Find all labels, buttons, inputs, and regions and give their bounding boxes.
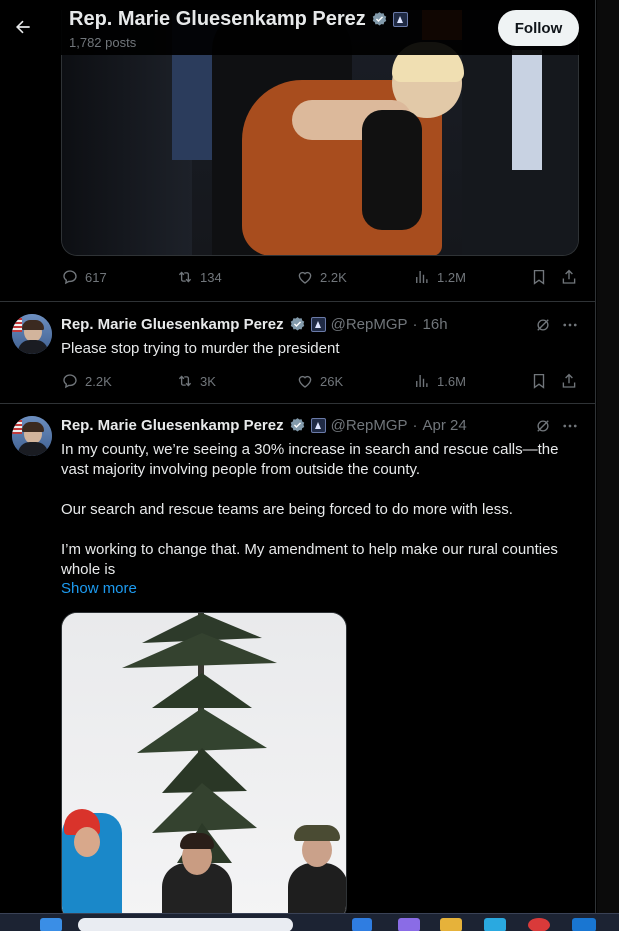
tweet-author-name[interactable]: Rep. Marie Gluesenkamp Perez [61,417,284,434]
profile-header: Rep. Marie Gluesenkamp Perez 1,782 posts… [0,0,595,55]
app-icon[interactable] [572,918,596,931]
grok-icon [537,420,549,432]
follow-button[interactable]: Follow [498,10,579,46]
views-button[interactable]: 1.6M [413,372,466,390]
os-taskbar [0,913,619,931]
repost-icon [178,375,192,387]
show-more-link[interactable]: Show more [61,580,137,597]
reply-button[interactable]: 2.2K [61,372,112,390]
repost-button[interactable]: 134 [176,268,222,286]
folder-icon[interactable] [440,918,462,931]
app-icon[interactable] [398,918,420,931]
tweet-text: Please stop trying to murder the preside… [61,340,340,357]
tweet-header: Rep. Marie Gluesenkamp Perez @RepMGP · A… [61,417,467,434]
tweet-text-line: In my county, we’re seeing a 30% increas… [61,441,559,458]
header-display-name: Rep. Marie Gluesenkamp Perez [69,8,366,30]
government-badge-icon [310,317,326,332]
bookmark-icon [533,373,545,389]
views-icon [416,375,428,387]
bookmark-button[interactable] [530,372,548,393]
share-icon [562,269,576,284]
separator-dot: · [412,417,418,434]
government-badge-icon [310,418,326,433]
share-button[interactable] [560,268,578,289]
like-icon [298,271,312,284]
more-button[interactable] [561,316,579,334]
reply-count: 617 [85,269,107,285]
browser-icon[interactable] [528,918,550,931]
more-button[interactable] [561,417,579,435]
share-icon [562,373,576,388]
tweet-text-line: Our search and rescue teams are being fo… [61,501,513,518]
avatar[interactable] [12,416,52,456]
views-count: 1.2M [437,269,466,285]
tweet-time[interactable]: 16h [423,316,448,333]
repost-count: 134 [200,269,222,285]
verified-badge-icon [290,418,304,432]
more-icon [563,424,577,428]
like-count: 2.2K [320,269,347,285]
divider [0,301,595,302]
start-icon[interactable] [40,918,62,931]
bookmark-button[interactable] [530,268,548,289]
like-count: 26K [320,373,344,389]
grok-button[interactable] [534,417,552,435]
verified-badge-icon [372,12,387,26]
more-icon [563,323,577,327]
tweet-author-name[interactable]: Rep. Marie Gluesenkamp Perez [61,316,284,333]
like-button[interactable]: 26K [296,372,343,390]
taskbar-search-box[interactable] [78,918,293,931]
avatar[interactable] [12,314,52,354]
government-badge-icon [392,12,408,27]
timeline-column: Rep. Marie Gluesenkamp Perez 1,782 posts… [0,0,596,931]
separator-dot: · [412,316,418,333]
back-arrow-icon [16,20,30,34]
tweet-text-line: whole is [61,561,116,578]
verified-badge-icon [290,317,304,331]
tweet-handle[interactable]: @RepMGP [331,316,408,333]
divider [0,403,595,404]
reply-count: 2.2K [85,373,112,389]
post-count: 1,782 posts [69,35,137,50]
repost-icon [178,271,192,283]
tweet-actions: 2.2K 3K 26K 1.6M [61,372,581,392]
tweet-handle[interactable]: @RepMGP [331,417,408,434]
like-icon [298,375,312,388]
reply-button[interactable]: 617 [61,268,107,286]
tweet-image[interactable] [61,612,347,922]
repost-count: 3K [200,373,216,389]
tweet-header: Rep. Marie Gluesenkamp Perez @RepMGP · 1… [61,316,448,333]
views-count: 1.6M [437,373,466,389]
app-icon[interactable] [484,918,506,931]
reply-icon [63,374,77,389]
share-button[interactable] [560,372,578,393]
like-button[interactable]: 2.2K [296,268,347,286]
views-icon [416,271,428,283]
tweet-time[interactable]: Apr 24 [423,417,467,434]
app-icon[interactable] [352,918,372,931]
post-actions: 617 134 2.2K 1.2M [61,268,581,288]
repost-button[interactable]: 3K [176,372,216,390]
tweet-text-line: I’m working to change that. My amendment… [61,541,558,558]
scrollbar-track[interactable] [597,0,619,913]
grok-icon [537,319,549,331]
reply-icon [63,270,77,285]
views-button[interactable]: 1.2M [413,268,466,286]
grok-button[interactable] [534,316,552,334]
back-button[interactable] [8,10,38,44]
header-name-row: Rep. Marie Gluesenkamp Perez [69,8,408,31]
bookmark-icon [533,269,545,285]
tweet-text-line: vast majority involving people from outs… [61,461,421,478]
